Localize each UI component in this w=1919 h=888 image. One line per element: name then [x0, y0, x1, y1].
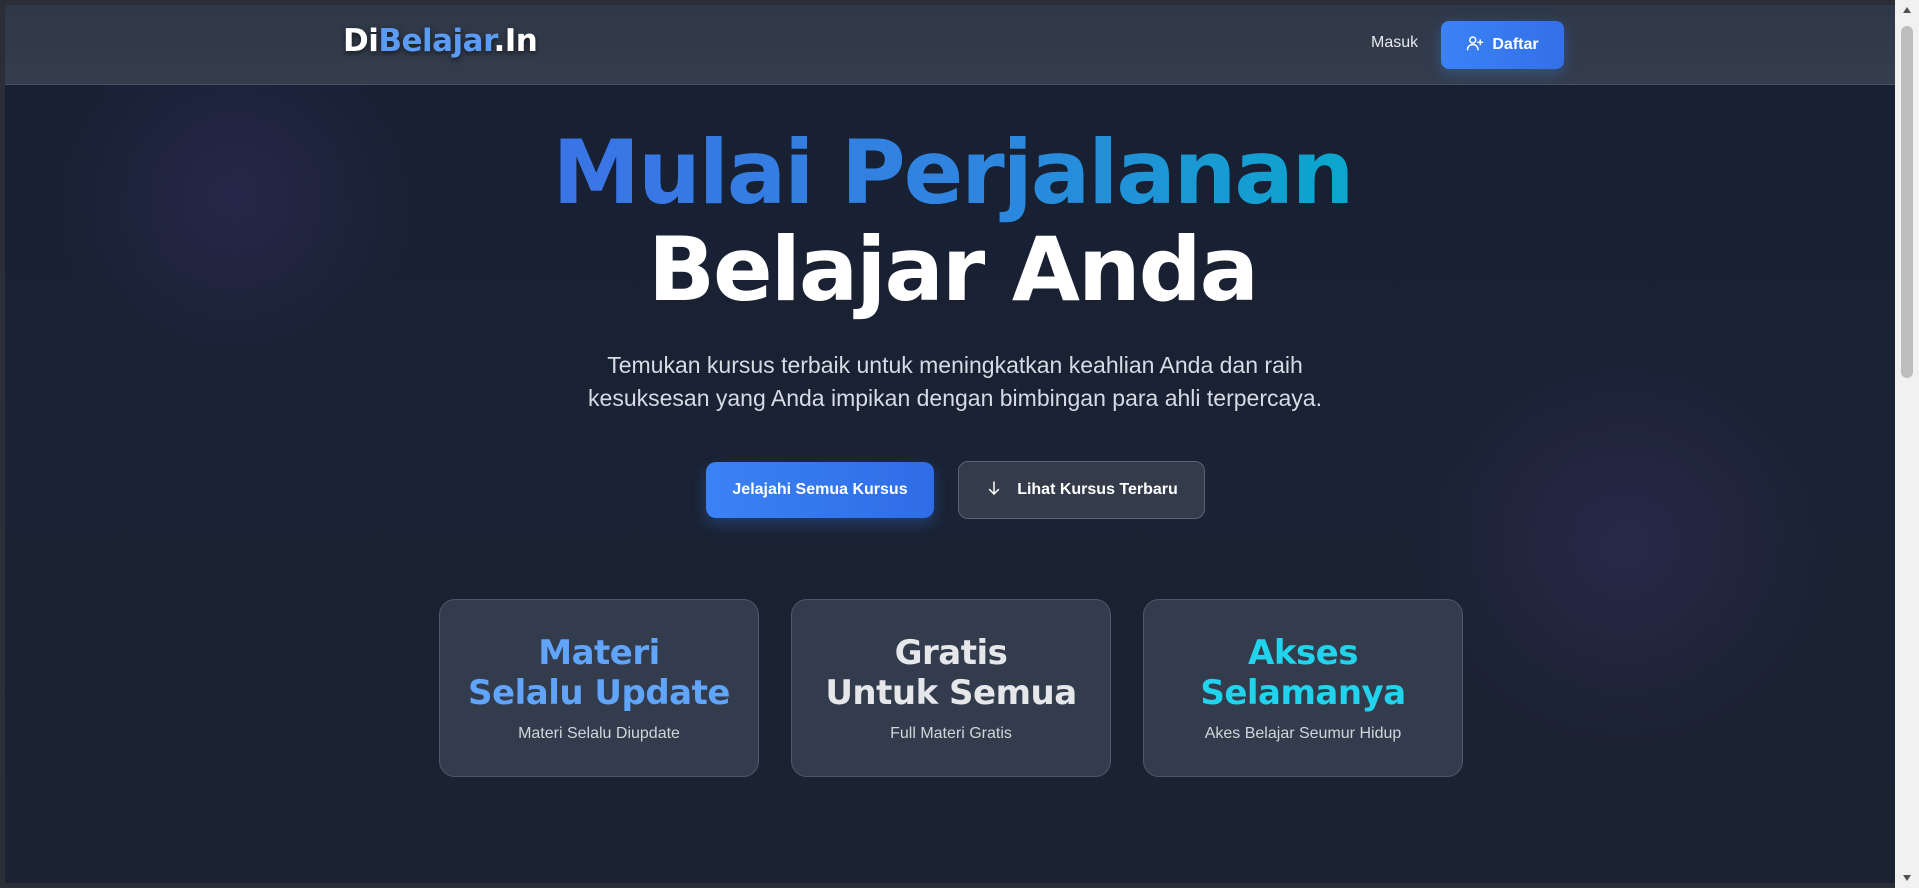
feature-description: Materi Selalu Diupdate [518, 725, 680, 742]
hero-title-line1: Mulai Perjalanan [5, 123, 1900, 223]
hero-subtitle: Temukan kursus terbaik untuk meningkatka… [545, 349, 1365, 415]
brand-main: Belajar [378, 23, 494, 59]
feature-title-line1: Gratis [894, 633, 1008, 673]
scroll-up-icon[interactable] [1895, 0, 1919, 20]
feature-card-free: Gratis Untuk Semua Full Materi Gratis [791, 599, 1111, 777]
brand-prefix: Di [343, 23, 379, 59]
feature-title-line2: Untuk Semua [825, 673, 1077, 713]
brand-suffix: .In [493, 23, 538, 59]
signup-button[interactable]: Daftar [1441, 21, 1564, 69]
feature-card-lifetime: Akses Selamanya Akes Belajar Seumur Hidu… [1143, 599, 1463, 777]
feature-description: Full Materi Gratis [890, 725, 1012, 742]
user-plus-icon [1466, 34, 1484, 57]
signup-label: Daftar [1492, 36, 1539, 53]
scroll-down-icon[interactable] [1895, 868, 1919, 888]
latest-courses-label: Lihat Kursus Terbaru [1017, 481, 1178, 498]
login-link[interactable]: Masuk [1371, 34, 1418, 52]
hero-subtitle-line2: kesuksesan yang Anda impikan dengan bimb… [588, 385, 1322, 411]
scrollbar-thumb[interactable] [1901, 26, 1913, 378]
vertical-scrollbar[interactable] [1895, 0, 1919, 888]
feature-title-line1: Materi [538, 633, 660, 673]
arrow-down-icon [985, 479, 1003, 502]
top-navbar: DiBelajar.In Masuk Daftar [5, 5, 1900, 85]
feature-description: Akes Belajar Seumur Hidup [1204, 725, 1402, 742]
page-background: DiBelajar.In Masuk Daftar Mulai Perjalan… [0, 0, 1919, 888]
explore-courses-button[interactable]: Jelajahi Semua Kursus [706, 462, 934, 518]
feature-title-line1: Akses [1248, 633, 1358, 673]
feature-title-line2: Selalu Update [468, 673, 730, 713]
feature-title: Gratis Untuk Semua [792, 633, 1110, 713]
feature-card-update: Materi Selalu Update Materi Selalu Diupd… [439, 599, 759, 777]
hero-title-line2: Belajar Anda [647, 218, 1259, 321]
hero-subtitle-line1: Temukan kursus terbaik untuk meningkatka… [607, 352, 1303, 378]
brand-logo[interactable]: DiBelajar.In [343, 23, 538, 59]
feature-title-line2: Selamanya [1200, 673, 1406, 713]
feature-title: Materi Selalu Update [440, 633, 758, 713]
feature-title: Akses Selamanya [1144, 633, 1462, 713]
latest-courses-button[interactable]: Lihat Kursus Terbaru [958, 461, 1205, 519]
